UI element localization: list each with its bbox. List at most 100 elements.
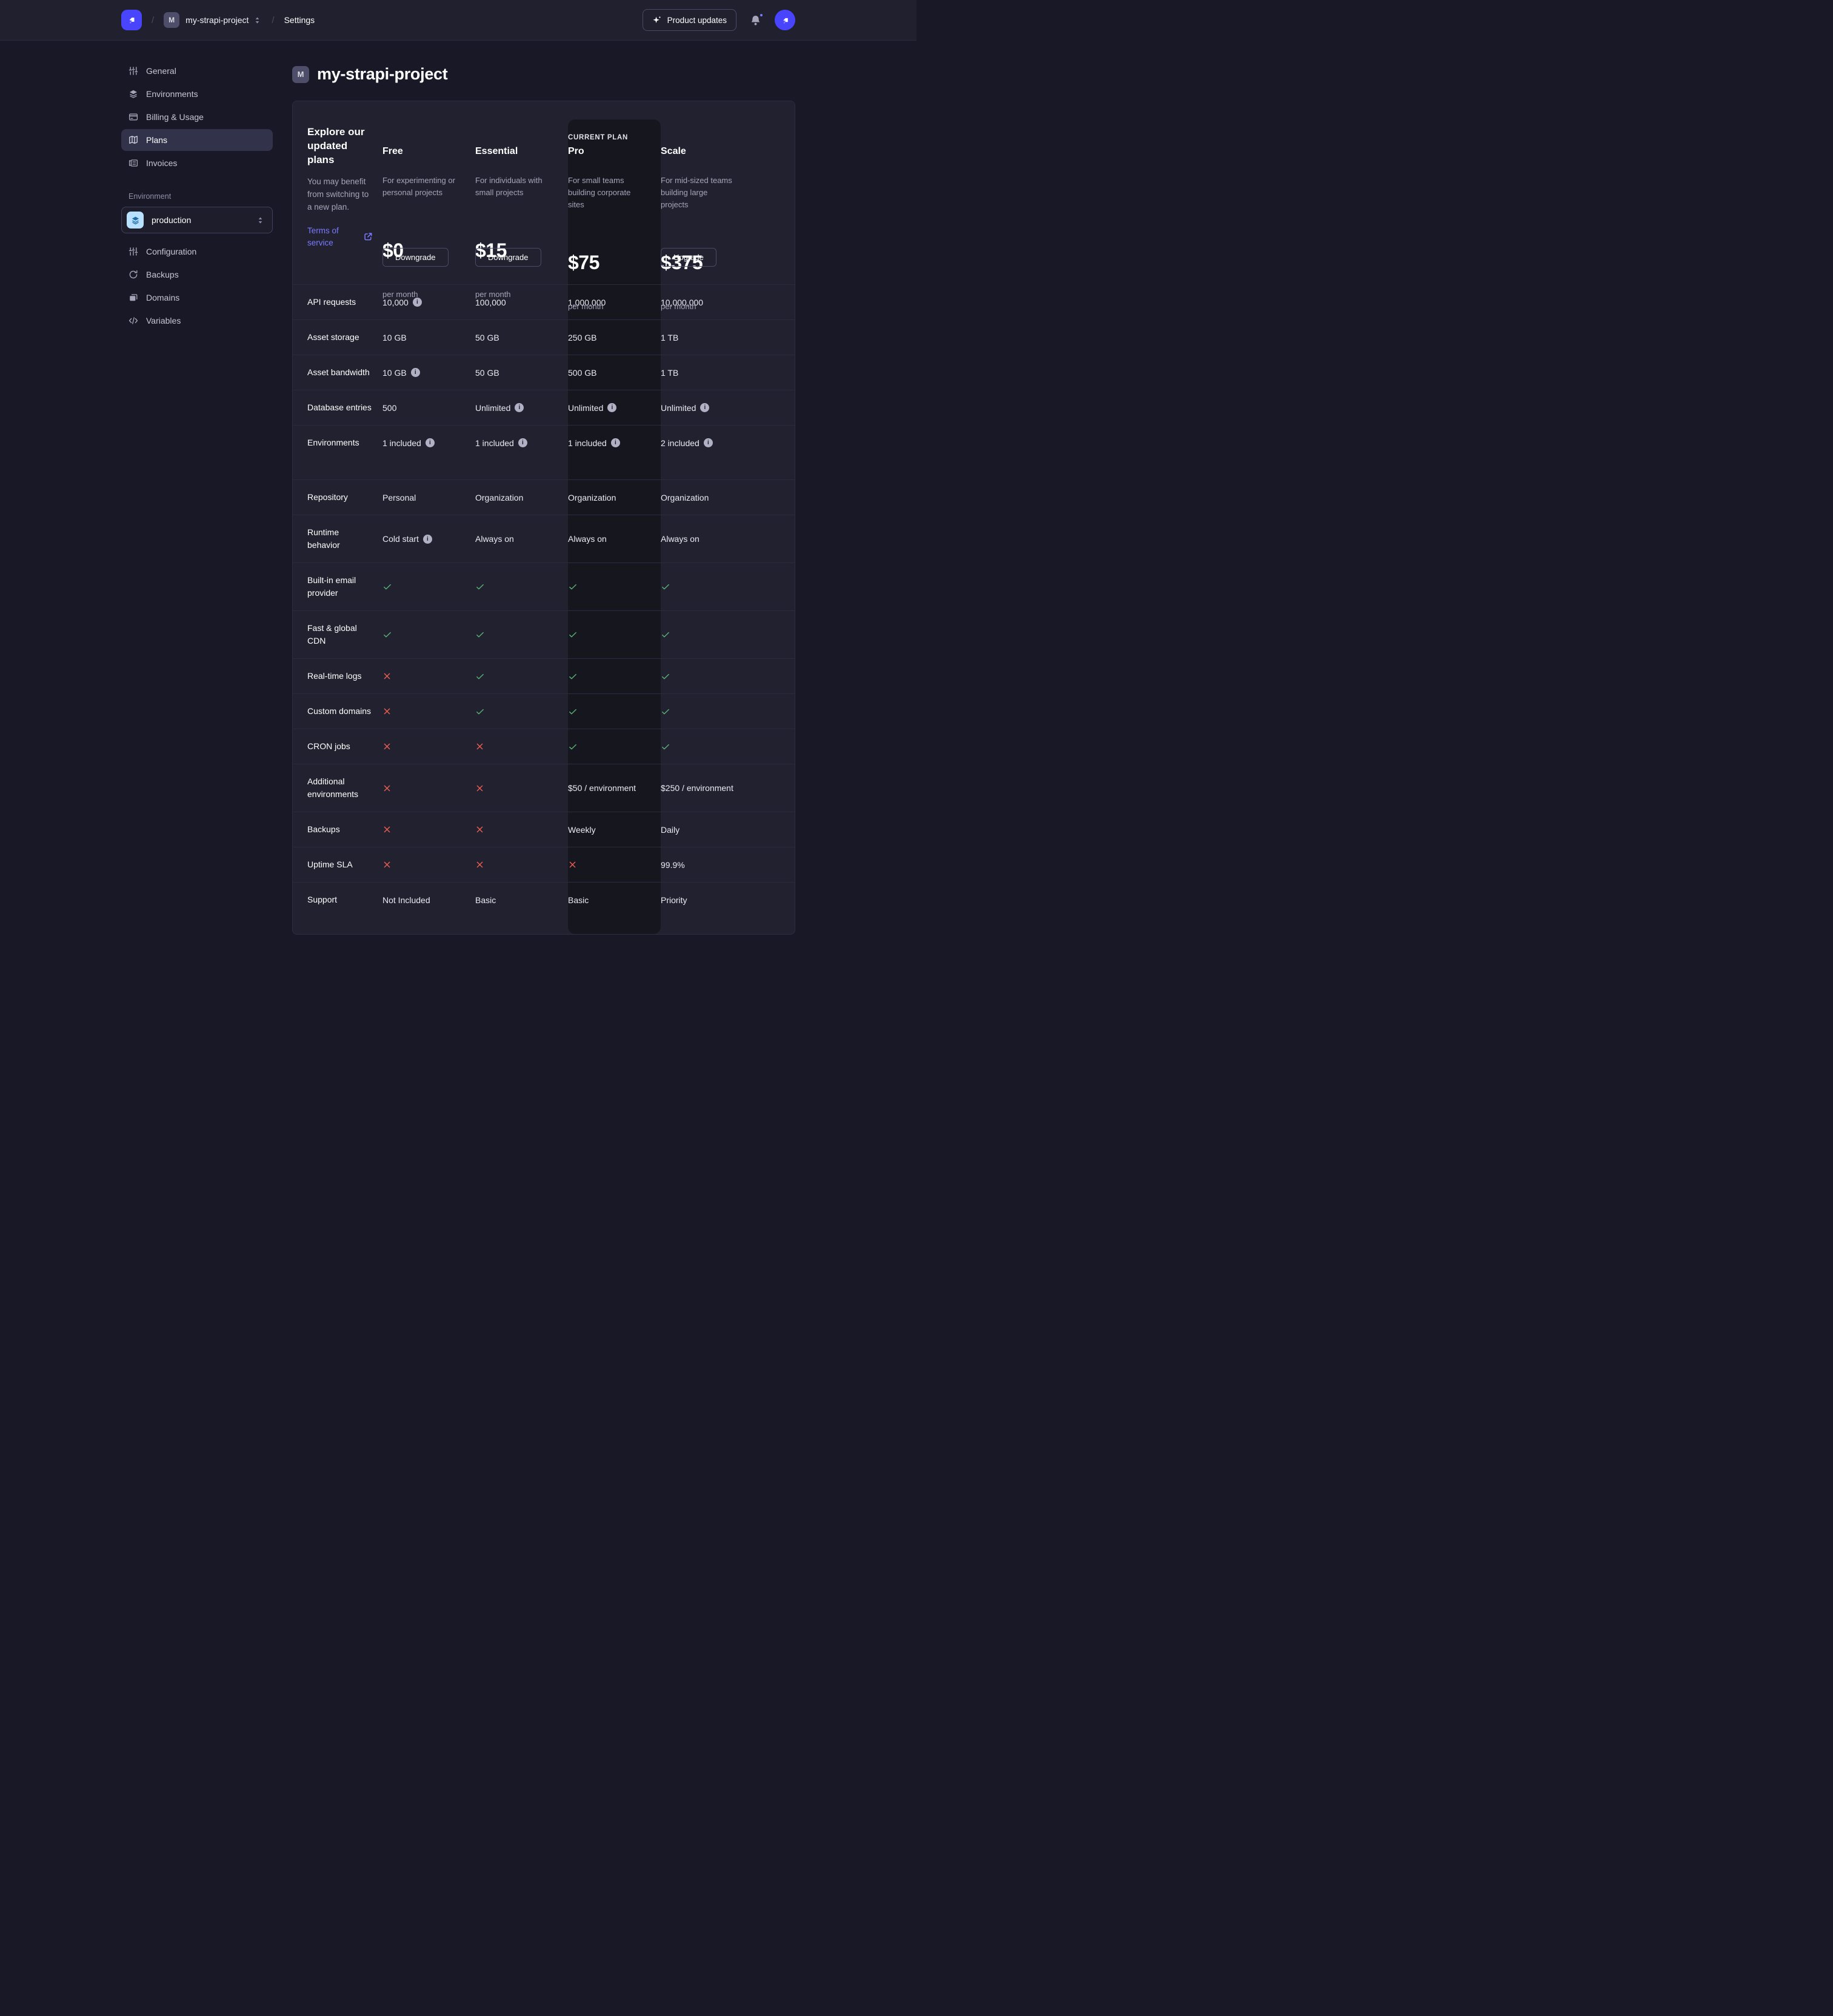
feature-value-cell [475,812,568,847]
sidebar-item-label: Domains [146,293,179,302]
sidebar-item-domains[interactable]: Domains [121,287,273,309]
sidebar-item-backups[interactable]: Backups [121,264,273,285]
notifications-button[interactable] [750,15,761,26]
breadcrumb-settings[interactable]: Settings [284,15,315,25]
check-icon [661,630,670,639]
feature-value-cell [661,729,795,764]
code-icon [129,316,138,325]
feature-value-cell [382,694,475,729]
sidebar-item-billing[interactable]: Billing & Usage [121,106,273,128]
feature-value-cell [475,847,568,882]
project-switcher-icon[interactable] [253,16,262,25]
feature-value-cell: 1 includedi [382,426,475,460]
terms-of-service-label: Terms of service [307,225,349,250]
sidebar-item-general[interactable]: General [121,60,273,82]
feature-row: RepositoryPersonalOrganizationOrganizati… [293,479,795,515]
sidebar-item-variables[interactable]: Variables [121,310,273,332]
section-spacer-row [293,460,795,479]
feature-row: Runtime behaviorCold startiAlways onAlwa… [293,515,795,562]
feature-row: Fast & global CDN [293,610,795,658]
sidebar-item-label: Invoices [146,158,177,168]
plan-action-button[interactable]: Downgrade [475,248,541,267]
feature-value-text: Always on [568,534,607,544]
plan-description: For experimenting or personal projects [382,175,456,199]
feature-value-cell: Cold starti [382,515,475,562]
feature-value-cell: Personal [382,480,475,515]
plan-action-button[interactable]: Downgrade [382,248,449,267]
map-icon [129,135,138,145]
feature-value-cell: 2 includedi [661,426,795,460]
avatar[interactable] [775,10,795,30]
main-content: M my-strapi-project Explore our updated … [292,55,795,935]
feature-value-cell [661,694,795,729]
feature-row: SupportNot IncludedBasicBasicPriority [293,882,795,917]
sidebar-item-label: General [146,66,176,76]
feature-label: Uptime SLA [293,847,382,882]
info-icon[interactable]: i [518,438,527,447]
feature-value-cell [475,729,568,764]
sidebar-item-configuration[interactable]: Configuration [121,241,273,262]
feature-value-cell: 1 includedi [568,426,661,460]
info-icon[interactable]: i [515,403,524,412]
sidebar: General Environments Billing & Usage [121,55,273,935]
feature-value-text: Organization [661,493,709,502]
check-icon [568,707,578,716]
product-updates-button[interactable]: Product updates [643,9,736,31]
cross-icon [382,742,392,751]
sidebar-item-environments[interactable]: Environments [121,83,273,105]
feature-label: Fast & global CDN [293,611,382,658]
sidebar-item-invoices[interactable]: Invoices [121,152,273,174]
environment-select[interactable]: production [121,207,273,233]
strapi-logo[interactable] [121,10,142,30]
info-icon[interactable]: i [426,438,435,447]
feature-value-text: 10 GB [382,333,407,342]
top-nav: / M my-strapi-project / Settings Product… [0,0,916,41]
feature-value-cell: $50 / environment [568,764,661,812]
feature-value-cell: Not Included [382,883,475,917]
feature-value-cell [382,659,475,693]
feature-row: Built-in email provider [293,562,795,610]
feature-label: Asset storage [293,320,382,355]
breadcrumb-project-name[interactable]: my-strapi-project [185,15,249,25]
feature-value-cell [568,611,661,658]
plan-name: Scale [661,146,785,157]
feature-value-cell: 50 GB [475,355,568,390]
feature-value-cell [382,563,475,610]
cross-icon [382,707,392,716]
info-icon[interactable]: i [611,438,620,447]
info-icon[interactable]: i [423,535,432,544]
info-icon[interactable]: i [411,368,420,377]
feature-label: Database entries [293,390,382,425]
plan-description: For small teams building corporate sites [568,175,642,211]
check-icon [568,630,578,639]
info-icon[interactable]: i [700,403,709,412]
spacer-cell [661,917,795,934]
feature-value-text: $50 / environment [568,783,636,793]
sidebar-item-plans[interactable]: Plans [121,129,273,151]
check-icon [568,742,578,752]
product-updates-label: Product updates [667,16,727,25]
plan-action-button[interactable]: Upgrade [661,248,716,267]
environment-icon [127,212,144,229]
feature-value-cell: Always on [475,515,568,562]
terms-of-service-link[interactable]: Terms of service [307,225,373,250]
info-icon[interactable]: i [704,438,713,447]
environment-section-label: Environment [129,192,273,201]
environment-selected-value: production [152,215,191,225]
feature-value-text: Weekly [568,825,596,835]
feature-value-cell [382,847,475,882]
external-link-icon [363,232,373,242]
feature-value-cell [475,694,568,729]
cross-icon [382,784,392,793]
feature-value-text: 500 [382,403,396,413]
feature-value-text: Daily [661,825,679,835]
feature-value-cell: $250 / environment [661,764,795,812]
page-title: M my-strapi-project [292,65,795,84]
info-icon[interactable]: i [607,403,616,412]
spacer-cell [382,460,475,479]
feature-value-cell [475,563,568,610]
plan-name: Essential [475,146,558,157]
feature-label: Asset bandwidth [293,355,382,390]
feature-value-cell: 10 GB [382,320,475,355]
spacer-cell [475,917,568,934]
